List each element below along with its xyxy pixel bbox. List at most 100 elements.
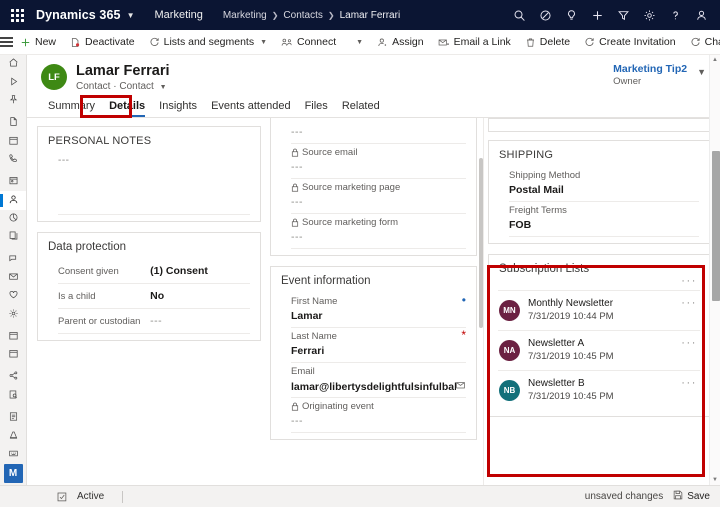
sidebar-item-surveys[interactable] [0, 427, 26, 445]
sidebar-item-marketing-pages[interactable] [0, 250, 26, 268]
sidebar-item-marketing-emails[interactable] [0, 269, 26, 287]
sidebar-item-activities[interactable] [0, 132, 26, 150]
field-originating-event[interactable]: Originating event --- [291, 398, 466, 433]
app-badge-m[interactable]: M [3, 464, 23, 483]
connect-dropdown-button[interactable]: ▼ [347, 30, 370, 55]
status-refresh-icon[interactable] [57, 492, 67, 502]
tab-details[interactable]: Details [102, 100, 152, 117]
sidebar-item-segments[interactable] [0, 210, 26, 228]
lists-and-segments-button[interactable]: Lists and segments ▼ [142, 30, 274, 55]
subscription-lists-overflow-button[interactable]: ··· [681, 276, 697, 287]
top-navigation-bar: Dynamics 365 ▼ Marketing Marketing ❯ Con… [0, 0, 720, 30]
list-item[interactable]: NB Newsletter B 7/31/2019 10:45 PM ··· [489, 371, 709, 410]
sidebar-item-phone-calls[interactable] [0, 151, 26, 169]
sidebar-item-social-posts[interactable] [0, 368, 26, 386]
scroll-down-arrow-icon[interactable]: ▼ [710, 475, 720, 485]
sidebar-item-keywords[interactable] [0, 445, 26, 463]
list-item-overflow-button[interactable]: ··· [681, 298, 697, 309]
record-owner-section[interactable]: Marketing Tip2 Owner ▼ [613, 63, 706, 87]
field-source-marketing-form[interactable]: Source marketing form --- [291, 214, 466, 249]
field-is-a-child[interactable]: Is a child No [58, 284, 250, 309]
sidebar-item-pinned[interactable] [0, 92, 26, 110]
create-invitation-button[interactable]: Create Invitation [577, 30, 682, 55]
tab-summary[interactable]: Summary [41, 100, 102, 117]
sidebar-item-recent[interactable] [0, 73, 26, 91]
lock-icon [291, 148, 299, 157]
field-first-name[interactable]: First Name • Lamar [291, 293, 466, 328]
field-value: --- [291, 126, 303, 138]
person-icon[interactable] [688, 0, 714, 30]
owner-name[interactable]: Marketing Tip2 [613, 63, 687, 75]
list-item-overflow-button[interactable]: ··· [681, 338, 697, 349]
field-label-row: Originating event [291, 401, 466, 412]
breadcrumb-item-0[interactable]: Marketing [223, 10, 267, 21]
change-password-button[interactable]: Change Password [683, 30, 720, 55]
tab-related[interactable]: Related [335, 100, 387, 117]
new-button[interactable]: New [13, 30, 63, 55]
field-partial-top[interactable]: --- [291, 120, 466, 144]
field-parent-or-custodian[interactable]: Parent or custodian --- [58, 309, 250, 334]
left-navigation-rail: M [0, 55, 27, 485]
tab-events-attended[interactable]: Events attended [204, 100, 298, 117]
sidebar-item-home[interactable] [0, 55, 26, 73]
sidebar-item-marketing-forms[interactable] [0, 409, 26, 427]
sidebar-item-sessions[interactable] [0, 346, 26, 364]
list-item[interactable]: NA Newsletter A 7/31/2019 10:45 PM ··· [489, 331, 709, 370]
tab-files[interactable]: Files [298, 100, 335, 117]
page-scrollbar[interactable]: ▲ ▼ [709, 55, 720, 485]
field-value: (1) Consent [150, 265, 208, 277]
chevron-down-icon[interactable]: ▼ [127, 11, 135, 20]
field-source-email[interactable]: Source email --- [291, 144, 466, 179]
sidebar-item-customer-journeys[interactable] [0, 306, 26, 324]
nav-app-name[interactable]: Marketing [147, 9, 211, 21]
sidebar-item-lead-scoring[interactable] [0, 387, 26, 405]
sidebar-item-accounts[interactable] [0, 173, 26, 191]
personal-notes-body[interactable]: --- [58, 153, 250, 215]
pinned-icon [8, 94, 19, 108]
tab-insights[interactable]: Insights [152, 100, 204, 117]
survey-icon [8, 429, 19, 443]
avatar: NB [499, 380, 520, 401]
field-consent-given[interactable]: Consent given (1) Consent [58, 259, 250, 284]
deactivate-button-label: Deactivate [85, 36, 135, 48]
assistant-icon[interactable] [532, 0, 558, 30]
sidebar-item-events[interactable] [0, 328, 26, 346]
list-item-overflow-button[interactable]: ··· [681, 378, 697, 389]
email-icon[interactable] [456, 381, 466, 393]
field-shipping-method[interactable]: Shipping Method Postal Mail [509, 167, 699, 202]
breadcrumb-item-1[interactable]: Contacts [283, 10, 322, 21]
field-last-name[interactable]: Last Name * Ferrari [291, 328, 466, 363]
site-map-toggle-button[interactable] [0, 30, 13, 55]
field-label-text: Source email [302, 147, 358, 158]
connect-button[interactable]: Connect [274, 30, 343, 55]
help-icon[interactable] [662, 0, 688, 30]
chevron-down-icon[interactable]: ▼ [356, 39, 363, 46]
scroll-thumb[interactable] [711, 151, 720, 301]
chevron-down-icon[interactable]: ▼ [697, 67, 706, 77]
lightbulb-icon[interactable] [558, 0, 584, 30]
record-subtitle[interactable]: Contact · Contact ▼ [76, 81, 170, 92]
field-freight-terms[interactable]: Freight Terms FOB [509, 202, 699, 237]
field-label-text: First Name [291, 296, 338, 307]
search-icon[interactable] [506, 0, 532, 30]
field-value-row: lamar@libertysdelightfulsinfulbakeryandc… [291, 380, 466, 393]
save-button[interactable]: Save [673, 490, 710, 503]
sidebar-item-contacts[interactable] [0, 191, 26, 210]
plus-icon[interactable] [584, 0, 610, 30]
assign-button[interactable]: Assign [370, 30, 431, 55]
gear-icon[interactable] [636, 0, 662, 30]
brand-title[interactable]: Dynamics 365 [34, 8, 121, 22]
sidebar-item-favorites[interactable] [0, 287, 26, 305]
sidebar-item-subscription-lists[interactable] [0, 228, 26, 246]
deactivate-button[interactable]: Deactivate [63, 30, 142, 55]
chevron-down-icon[interactable]: ▼ [260, 39, 267, 46]
app-launcher-button[interactable] [0, 8, 34, 22]
email-a-link-button[interactable]: Email a Link [431, 30, 518, 55]
delete-button[interactable]: Delete [518, 30, 577, 55]
field-email[interactable]: Email lamar@libertysdelightfulsinfulbake… [291, 363, 466, 398]
chevron-down-icon[interactable]: ▼ [160, 84, 167, 91]
field-source-marketing-page[interactable]: Source marketing page --- [291, 179, 466, 214]
filter-icon[interactable] [610, 0, 636, 30]
sidebar-item-files[interactable] [0, 114, 26, 132]
list-item[interactable]: MN Monthly Newsletter 7/31/2019 10:44 PM… [489, 291, 709, 330]
